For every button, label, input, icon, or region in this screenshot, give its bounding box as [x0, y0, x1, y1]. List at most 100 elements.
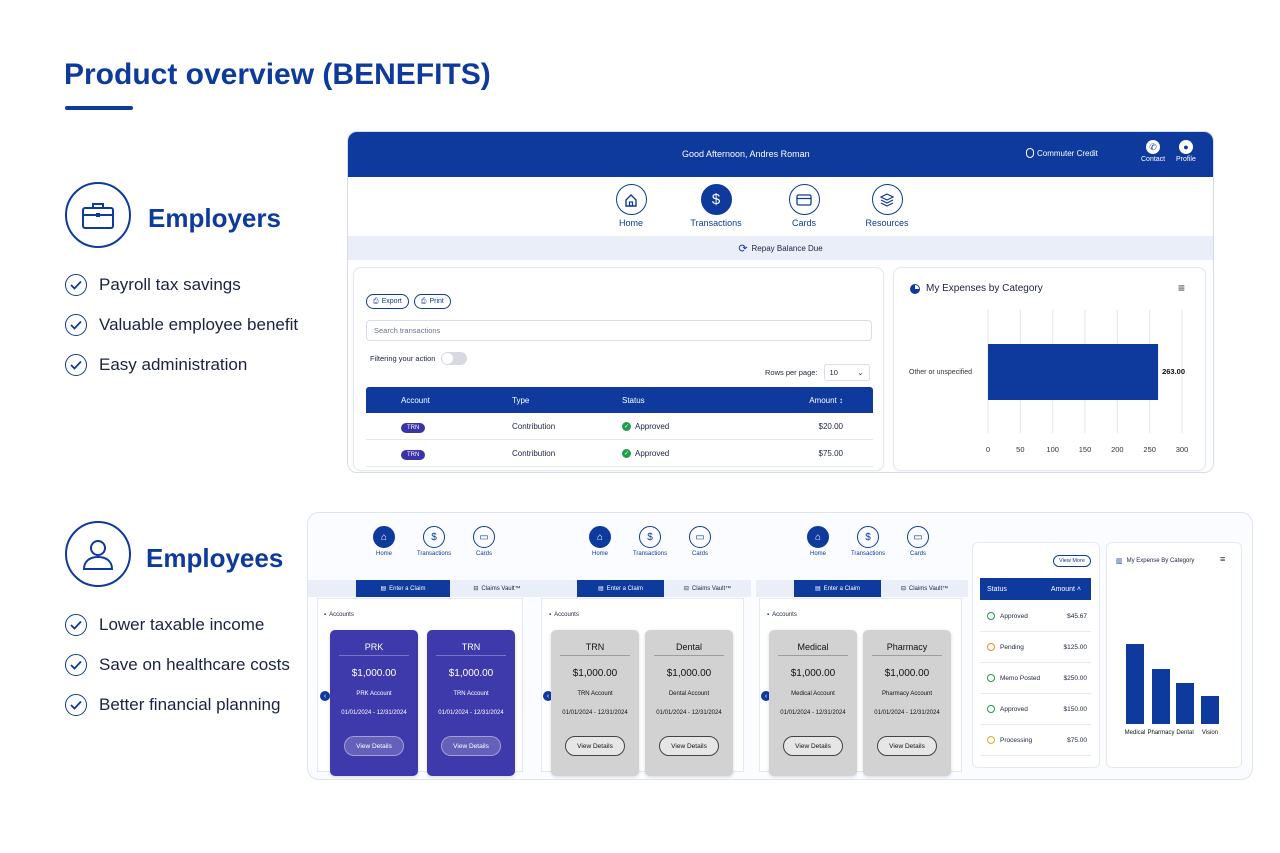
status-icon — [987, 705, 995, 713]
status-row[interactable]: Approved $45.67 — [980, 601, 1091, 632]
filter-label: Filtering your action — [370, 354, 436, 363]
account-type: Pharmacy Account — [881, 691, 933, 697]
account-name: Pharmacy — [872, 642, 942, 656]
account-card[interactable]: Dental $1,000.00 Dental Account 01/01/20… — [645, 630, 733, 776]
status-row[interactable]: Processing $75.00 — [980, 725, 1091, 756]
rows-select[interactable]: 10 ⌄ — [823, 364, 870, 381]
chevron-left-icon[interactable]: ‹ — [320, 691, 330, 701]
column-header[interactable]: Status — [987, 586, 1007, 593]
expense-bar-chart: Medical Pharmacy Dental Vision — [1125, 644, 1219, 736]
card-icon: ▭ — [473, 526, 495, 548]
tab-enter-claim[interactable]: ▤ Enter a Claim — [577, 580, 664, 597]
employers-heading: Employers — [148, 203, 281, 233]
menu-icon[interactable]: ≡ — [1178, 281, 1185, 295]
card-icon: ▭ — [689, 526, 711, 548]
archive-icon: ⊟ — [473, 586, 479, 592]
commuter-credit-link[interactable]: Commuter Credit — [1026, 148, 1098, 158]
nav-home[interactable]: ⌂ Home — [359, 526, 409, 557]
column-header[interactable]: Amount ˄ — [1051, 586, 1081, 593]
nav-cards[interactable]: Cards — [771, 184, 837, 228]
table-row[interactable]: TRN Contribution ✓ Approved $20.00 — [366, 413, 873, 440]
tab-claims-vault[interactable]: ⊟ Claims Vault™ — [450, 580, 544, 597]
expense-category-card: ▥ My Expense By Category ≡ Medical Pharmac… — [1106, 542, 1242, 768]
account-balance: $1,000.00 — [448, 668, 494, 679]
tab-enter-claim[interactable]: ▤ Enter a Claim — [794, 580, 881, 597]
account-card[interactable]: PRK $1,000.00 PRK Account 01/01/2024 - 1… — [330, 630, 418, 776]
table-row[interactable]: TRN Contribution ✓ Approved $75.00 — [366, 440, 873, 467]
column-header[interactable]: Status — [594, 396, 754, 405]
view-details-button[interactable]: View Details — [344, 736, 404, 756]
contact-button[interactable]: ✆ Contact — [1141, 140, 1165, 163]
tab-enter-claim[interactable]: ▤ Enter a Claim — [356, 580, 450, 597]
bar[interactable] — [1152, 669, 1170, 724]
bar-chart-icon: ▥ — [1116, 558, 1123, 565]
repay-label: Repay Balance Due — [751, 243, 823, 253]
view-details-button[interactable]: View Details — [441, 736, 501, 756]
column-header[interactable]: Account — [366, 396, 484, 405]
bar[interactable] — [1176, 683, 1194, 724]
view-details-button[interactable]: View Details — [565, 736, 625, 756]
nav-home[interactable]: ⌂ Home — [793, 526, 843, 557]
account-dates: 01/01/2024 - 12/31/2024 — [438, 710, 504, 716]
archive-icon: ⊟ — [900, 586, 906, 592]
status-amount: $150.00 — [1063, 705, 1088, 713]
view-details-button[interactable]: View Details — [783, 736, 843, 756]
feature-label: Payroll tax savings — [99, 275, 241, 294]
tab-claims-vault[interactable]: ⊟ Claims Vault™ — [664, 580, 751, 597]
account-card[interactable]: TRN $1,000.00 TRN Account 01/01/2024 - 1… — [427, 630, 515, 776]
nav-home[interactable]: Home — [601, 184, 661, 228]
claim-tabs: ▤ Enter a Claim ⊟ Claims Vault™ — [308, 580, 575, 597]
bar[interactable] — [988, 344, 1159, 400]
x-tick-label: 0 — [986, 445, 990, 454]
nav-home[interactable]: ⌂ Home — [575, 526, 625, 557]
repay-balance-bar[interactable]: ⟳ Repay Balance Due — [348, 236, 1213, 260]
print-button[interactable]: ⎙ Print — [413, 294, 451, 309]
account-name: Medical — [778, 642, 848, 656]
mobile-screen: ⌂ Home $ Transactions ▭ Cards ▤ Enter a Claim … — [538, 526, 751, 776]
nav-cards[interactable]: ▭ Cards — [459, 526, 509, 557]
rows-label: Rows per page: — [765, 368, 818, 377]
view-details-button[interactable]: View Details — [659, 736, 719, 756]
nav-label: Cards — [791, 218, 816, 228]
status-row[interactable]: Pending $125.00 — [980, 632, 1091, 663]
nav-transactions[interactable]: $ Transactions — [843, 526, 893, 557]
filter-toggle[interactable] — [441, 352, 468, 365]
profile-button[interactable]: ● Profile — [1176, 140, 1196, 163]
rows-per-page: Rows per page: 10 ⌄ — [765, 364, 870, 381]
nav-transactions[interactable]: $ Transactions — [409, 526, 459, 557]
nav-resources[interactable]: Resources — [837, 184, 937, 228]
bar[interactable] — [1126, 644, 1144, 724]
account-type: TRN Account — [453, 691, 489, 697]
status-row[interactable]: Approved $150.00 — [980, 694, 1091, 725]
search-input[interactable]: Search transactions — [366, 320, 872, 341]
feature-label: Easy administration — [99, 355, 248, 374]
view-more-button[interactable]: View More — [1053, 555, 1091, 567]
dollar-icon: $ — [423, 526, 445, 548]
account-card[interactable]: TRN $1,000.00 TRN Account 01/01/2024 - 1… — [551, 630, 639, 776]
amount-cell: $75.00 — [818, 448, 843, 458]
status-row[interactable]: Memo Posted $250.00 — [980, 663, 1091, 694]
view-details-button[interactable]: View Details — [877, 736, 937, 756]
nav-cards[interactable]: ▭ Cards — [893, 526, 943, 557]
accounts-label: ▪ Accounts — [324, 612, 354, 618]
menu-icon[interactable]: ≡ — [1220, 554, 1225, 564]
account-card[interactable]: Pharmacy $1,000.00 Pharmacy Account 01/0… — [863, 630, 951, 776]
nav-transactions[interactable]: $ Transactions — [625, 526, 675, 557]
tab-claims-vault[interactable]: ⊟ Claims Vault™ — [881, 580, 968, 597]
export-button[interactable]: ⎙ Export — [366, 294, 409, 309]
column-header[interactable]: Type — [484, 396, 594, 405]
bar[interactable] — [1201, 696, 1219, 724]
nav-transactions[interactable]: $ Transactions — [661, 184, 771, 228]
employers-feature-list: Payroll tax savings Valuable employee be… — [65, 274, 298, 376]
column-header[interactable]: Amount ↕ — [754, 396, 868, 405]
status-amount: $45.67 — [1067, 612, 1087, 620]
account-balance: $1,000.00 — [884, 668, 930, 679]
nav-cards[interactable]: ▭ Cards — [675, 526, 725, 557]
expenses-card: My Expenses by Category ≡ 0 50 100 150 200 25… — [893, 267, 1206, 471]
account-card[interactable]: Medical $1,000.00 Medical Account 01/01/… — [769, 630, 857, 776]
top-bar: Good Afternoon, Andres Roman Commuter Cr… — [348, 132, 1213, 177]
account-name: TRN — [560, 642, 630, 656]
status-label: Pending — [1000, 643, 1024, 651]
status-amount: $125.00 — [1063, 643, 1088, 651]
tab-label: Claims Vault™ — [481, 585, 521, 592]
